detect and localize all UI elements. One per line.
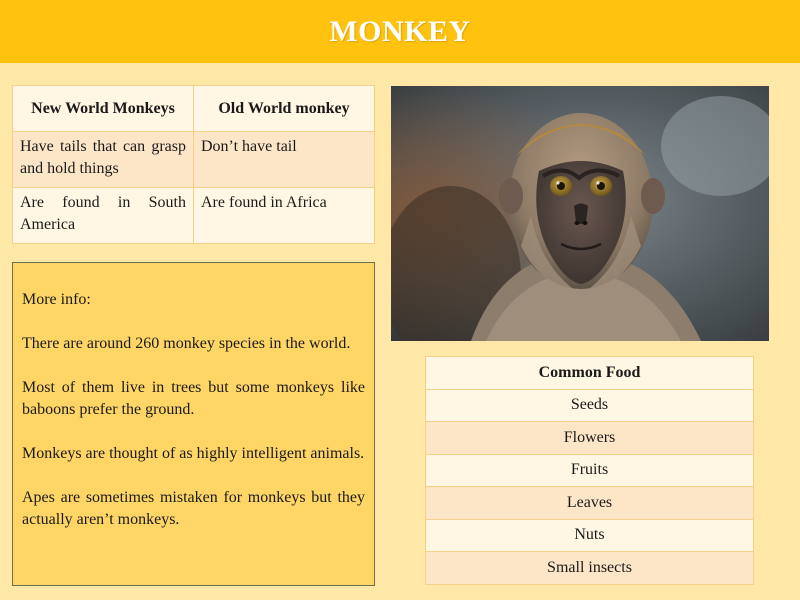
food-item: Nuts xyxy=(425,518,754,552)
table-header-old-world: Old World monkey xyxy=(193,85,375,132)
table-row: Are found in South America Are found in … xyxy=(12,187,375,244)
info-fact: There are around 260 monkey species in t… xyxy=(22,335,351,352)
info-box: More info: There are around 260 monkey s… xyxy=(12,262,375,586)
info-fact: Apes are sometimes mistaken for monkeys … xyxy=(22,489,365,528)
table-cell: Are found in South America xyxy=(12,187,194,244)
table-row: Have tails that can grasp and hold thing… xyxy=(12,131,375,188)
monkey-illustration xyxy=(391,86,769,341)
food-table: Common Food Seeds Flowers Fruits Leaves … xyxy=(425,356,754,585)
food-row: Nuts xyxy=(425,518,754,552)
food-table-header: Common Food xyxy=(425,356,754,390)
comparison-table: New World Monkeys Old World monkey Have … xyxy=(12,85,375,244)
info-fact: Monkeys are thought of as highly intelli… xyxy=(22,445,365,462)
food-row: Seeds xyxy=(425,388,754,422)
food-item: Small insects xyxy=(425,551,754,585)
table-cell: Have tails that can grasp and hold thing… xyxy=(12,131,194,188)
food-item: Flowers xyxy=(425,421,754,455)
food-item: Fruits xyxy=(425,453,754,487)
table-header-row: New World Monkeys Old World monkey xyxy=(12,85,375,132)
info-heading: More info: xyxy=(22,291,91,308)
food-row: Small insects xyxy=(425,551,754,585)
food-item: Leaves xyxy=(425,486,754,520)
food-header-row: Common Food xyxy=(425,356,754,390)
food-row: Flowers xyxy=(425,421,754,455)
food-row: Fruits xyxy=(425,453,754,487)
info-fact: Most of them live in trees but some monk… xyxy=(22,379,365,418)
table-header-new-world: New World Monkeys xyxy=(12,85,194,132)
title-bar: MONKEY xyxy=(0,0,800,63)
table-cell: Are found in Africa xyxy=(193,187,375,244)
page-title: MONKEY xyxy=(329,14,471,48)
monkey-photo xyxy=(391,86,769,341)
food-item: Seeds xyxy=(425,388,754,422)
food-row: Leaves xyxy=(425,486,754,520)
table-cell: Don’t have tail xyxy=(193,131,375,188)
